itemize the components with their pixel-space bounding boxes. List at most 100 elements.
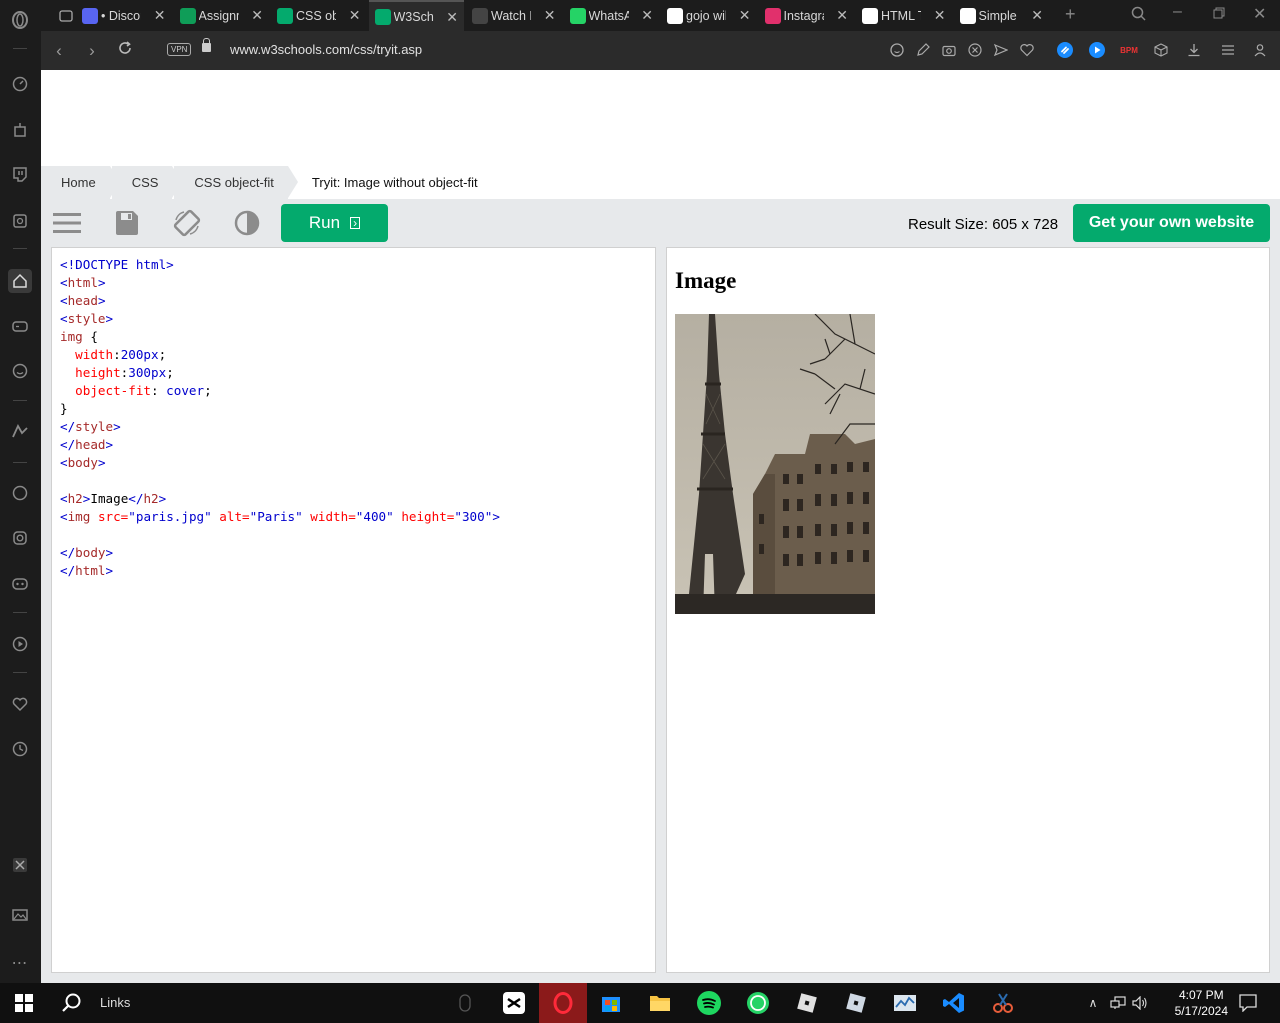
more-icon[interactable]: ⋯ bbox=[10, 953, 30, 973]
aria-icon[interactable] bbox=[10, 120, 30, 140]
snipping-tool-icon[interactable] bbox=[989, 983, 1017, 1023]
tab-w3schools[interactable]: W3Scho ✕ bbox=[368, 0, 464, 31]
extensions-icon[interactable] bbox=[10, 855, 30, 875]
tab-watch[interactable]: Watch D ✕ bbox=[466, 0, 562, 31]
tab-close-icon[interactable]: ✕ bbox=[154, 8, 166, 22]
capcut-icon[interactable] bbox=[500, 983, 528, 1023]
tab-css-object-fit[interactable]: CSS obje ✕ bbox=[271, 0, 367, 31]
file-explorer-icon[interactable] bbox=[646, 983, 674, 1023]
gallery-icon[interactable] bbox=[10, 905, 30, 925]
tab-discord[interactable]: • Discor ✕ bbox=[76, 0, 172, 31]
save-icon[interactable] bbox=[112, 209, 142, 237]
tab-close-icon[interactable]: ✕ bbox=[836, 8, 848, 22]
tab-close-icon[interactable]: ✕ bbox=[641, 8, 653, 22]
tab-assignment[interactable]: Assignm ✕ bbox=[174, 0, 270, 31]
windows-taskbar: Links ∧ 4:07 PM 5/17/2024 bbox=[0, 983, 1280, 1023]
restore-button[interactable] bbox=[1213, 6, 1225, 24]
breadcrumb-home[interactable]: Home bbox=[41, 166, 120, 199]
twitch-icon[interactable] bbox=[10, 165, 30, 185]
opera-gx-taskbar-icon[interactable] bbox=[539, 983, 587, 1023]
menu-icon[interactable] bbox=[52, 209, 82, 237]
notifications-icon[interactable] bbox=[1237, 983, 1259, 1023]
bookmarks-heart-icon[interactable] bbox=[10, 694, 30, 714]
emoji-icon[interactable] bbox=[10, 361, 30, 381]
tab-close-icon[interactable]: ✕ bbox=[934, 8, 946, 22]
cube-icon[interactable] bbox=[1153, 42, 1169, 58]
system-clock[interactable]: 4:07 PM 5/17/2024 bbox=[1175, 987, 1228, 1019]
result-frame[interactable]: Image bbox=[666, 247, 1270, 973]
tab-search-icon[interactable] bbox=[1131, 6, 1147, 27]
roblox-studio-icon[interactable] bbox=[842, 983, 870, 1023]
breadcrumb-css-object-fit[interactable]: CSS object-fit bbox=[174, 166, 299, 199]
reload-button[interactable] bbox=[115, 40, 135, 60]
search-icon[interactable] bbox=[60, 983, 84, 1023]
emoji-face-icon[interactable] bbox=[889, 42, 905, 58]
tab-close-icon[interactable]: ✕ bbox=[349, 8, 361, 22]
volume-icon[interactable] bbox=[1130, 983, 1150, 1023]
windows-start-icon[interactable] bbox=[12, 983, 36, 1023]
show-hidden-icons-chevron-icon[interactable]: ∧ bbox=[1085, 983, 1101, 1023]
download-icon[interactable] bbox=[1186, 42, 1202, 58]
get-your-own-website-button[interactable]: Get your own website bbox=[1073, 204, 1270, 242]
microsoft-store-icon[interactable] bbox=[597, 983, 625, 1023]
new-tab-button[interactable]: + bbox=[1065, 4, 1076, 25]
bpm-extension-icon[interactable]: BPM bbox=[1120, 42, 1138, 58]
player-icon[interactable] bbox=[10, 634, 30, 654]
opera-logo-icon[interactable] bbox=[10, 10, 30, 30]
tab-close-icon[interactable]: ✕ bbox=[544, 8, 556, 22]
breadcrumb-css[interactable]: CSS bbox=[111, 166, 183, 199]
tab-simple[interactable]: Simple V ✕ bbox=[954, 0, 1050, 31]
task-manager-icon[interactable] bbox=[891, 983, 919, 1023]
tab-close-icon[interactable]: ✕ bbox=[446, 10, 458, 24]
run-button[interactable]: Run › bbox=[281, 204, 388, 242]
code-editor[interactable]: <!DOCTYPE html> <html> <head> <style> im… bbox=[51, 247, 656, 973]
tab-favicon-icon bbox=[179, 7, 196, 24]
heart-icon[interactable] bbox=[1019, 42, 1035, 58]
code-content[interactable]: <!DOCTYPE html> <html> <head> <style> im… bbox=[60, 256, 500, 580]
tab-html[interactable]: HTML Ta ✕ bbox=[856, 0, 952, 31]
network-icon[interactable] bbox=[1108, 983, 1128, 1023]
minimize-button[interactable]: – bbox=[1173, 3, 1182, 21]
tab-gojo[interactable]: gojo wil ✕ bbox=[661, 0, 757, 31]
messenger-icon[interactable] bbox=[10, 421, 30, 441]
instagram-icon[interactable] bbox=[10, 528, 30, 548]
close-window-button[interactable]: ✕ bbox=[1253, 4, 1266, 24]
lock-icon[interactable] bbox=[202, 38, 211, 52]
game-controller-icon[interactable] bbox=[10, 316, 30, 336]
forward-button[interactable]: › bbox=[82, 41, 102, 61]
url-field[interactable]: www.w3schools.com/css/tryit.asp bbox=[230, 42, 422, 57]
tab-whatsapp[interactable]: WhatsAp ✕ bbox=[564, 0, 660, 31]
block-ads-icon[interactable] bbox=[967, 42, 983, 58]
taskbar-search-label[interactable]: Links bbox=[100, 995, 130, 1010]
discord-icon[interactable] bbox=[10, 574, 30, 594]
extension-play-icon[interactable] bbox=[1089, 42, 1105, 58]
history-clock-icon[interactable] bbox=[10, 739, 30, 759]
camera-icon[interactable] bbox=[941, 42, 957, 58]
tab-instagram[interactable]: Instagra ✕ bbox=[759, 0, 855, 31]
profile-icon[interactable] bbox=[1252, 42, 1268, 58]
speed-dial-icon[interactable] bbox=[10, 74, 30, 94]
theme-toggle-icon[interactable] bbox=[232, 209, 262, 237]
tab-close-icon[interactable]: ✕ bbox=[251, 8, 263, 22]
vscode-icon[interactable] bbox=[940, 983, 968, 1023]
rotate-layout-icon[interactable] bbox=[172, 209, 202, 237]
tab-close-icon[interactable]: ✕ bbox=[739, 8, 751, 22]
home-icon[interactable] bbox=[8, 269, 32, 293]
address-bar: ‹ › VPN www.w3schools.com/css/tryit.asp … bbox=[41, 31, 1280, 70]
tab-title: Assignm bbox=[198, 8, 239, 23]
whatsapp-icon[interactable] bbox=[10, 483, 30, 503]
spotify-icon[interactable] bbox=[695, 983, 723, 1023]
sidebar-divider bbox=[13, 462, 27, 463]
vpn-badge[interactable]: VPN bbox=[167, 43, 192, 56]
gx-control-icon[interactable] bbox=[10, 211, 30, 231]
tab-close-icon[interactable]: ✕ bbox=[1031, 8, 1043, 22]
tab-favicon-icon bbox=[277, 7, 293, 24]
roblox-icon[interactable] bbox=[793, 983, 821, 1023]
easy-setup-icon[interactable] bbox=[1220, 42, 1236, 58]
back-button[interactable]: ‹ bbox=[49, 41, 69, 61]
shazam-icon[interactable] bbox=[1057, 42, 1073, 58]
edit-icon[interactable] bbox=[915, 42, 931, 58]
whatsapp-taskbar-icon[interactable] bbox=[744, 983, 772, 1023]
send-icon[interactable] bbox=[993, 42, 1009, 58]
workspaces-icon[interactable] bbox=[49, 0, 79, 31]
